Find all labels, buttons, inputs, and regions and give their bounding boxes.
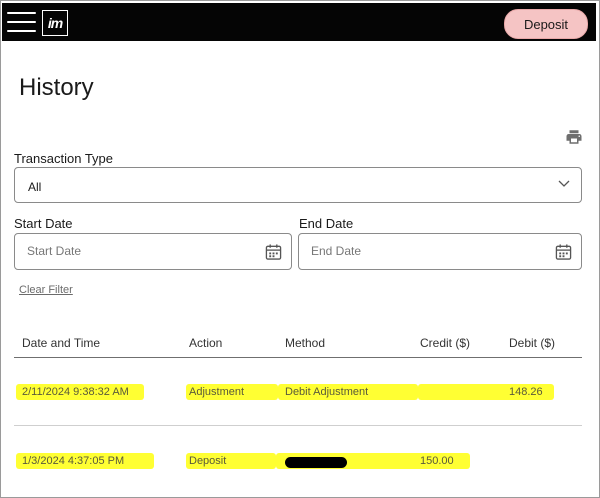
end-date-label: End Date — [299, 216, 354, 231]
row-date: 2/11/2024 9:38:32 AM — [22, 386, 129, 398]
transaction-type-select[interactable]: All — [14, 167, 582, 203]
transaction-type-value: All — [28, 180, 42, 194]
top-bar: im Deposit — [2, 3, 596, 41]
end-date-field — [298, 233, 582, 270]
table-header-divider — [14, 357, 582, 358]
row-method: Debit Adjustment — [285, 386, 369, 398]
transaction-type-label: Transaction Type — [14, 151, 113, 166]
deposit-button[interactable]: Deposit — [504, 9, 588, 39]
row-date: 1/3/2024 4:37:05 PM — [22, 455, 125, 467]
chevron-down-icon — [558, 180, 570, 187]
hamburger-menu-icon[interactable] — [7, 9, 37, 35]
start-date-input[interactable] — [27, 244, 247, 258]
redacted-method — [285, 457, 347, 468]
column-header-date: Date and Time — [22, 336, 101, 350]
print-icon[interactable] — [565, 128, 583, 146]
column-header-debit: Debit ($) — [509, 336, 556, 350]
brand-logo[interactable]: im — [42, 10, 68, 36]
row-divider — [14, 425, 582, 426]
column-header-action: Action — [189, 336, 223, 350]
start-date-label: Start Date — [14, 216, 73, 231]
row-credit: 150.00 — [420, 455, 454, 467]
column-header-method: Method — [285, 336, 326, 350]
end-date-input[interactable] — [311, 244, 531, 258]
calendar-icon[interactable] — [555, 243, 572, 261]
row-action: Deposit — [189, 455, 227, 467]
calendar-icon[interactable] — [265, 243, 282, 261]
row-action: Adjustment — [189, 386, 245, 398]
column-header-credit: Credit ($) — [420, 336, 471, 350]
clear-filter-link[interactable]: Clear Filter — [19, 284, 73, 296]
start-date-field — [14, 233, 292, 270]
row-debit: 148.26 — [509, 386, 543, 398]
page-title: History — [19, 74, 94, 101]
